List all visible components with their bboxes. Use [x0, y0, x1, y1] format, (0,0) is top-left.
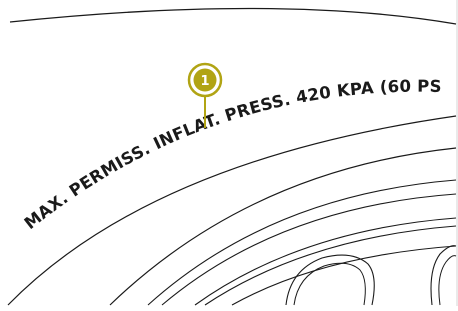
tire-outer-edge — [9, 7, 457, 25]
sidewall-inscription: MAX. PERMISS. INFLAT. PRESS. 420 KPA (60… — [0, 0, 442, 233]
rim-arc-2 — [204, 225, 457, 306]
wheel-opening-2 — [430, 245, 457, 306]
sidewall-inscription-text: MAX. PERMISS. INFLAT. PRESS. 420 KPA (60… — [0, 0, 442, 233]
wheel-opening-1 — [285, 254, 375, 306]
wheel-opening-1-inner — [293, 262, 366, 306]
wheel-opening-2-inner — [438, 255, 457, 306]
tire-sidewall-diagram: MAX. PERMISS. INFLAT. PRESS. 420 KPA (60… — [0, 0, 458, 306]
sidewall-arc-1 — [7, 115, 457, 306]
rim-arc-1 — [194, 217, 457, 306]
callout-marker: 1 — [187, 62, 223, 98]
tire-illustration: MAX. PERMISS. INFLAT. PRESS. 420 KPA (60… — [0, 0, 458, 306]
callout-number: 1 — [200, 74, 209, 89]
